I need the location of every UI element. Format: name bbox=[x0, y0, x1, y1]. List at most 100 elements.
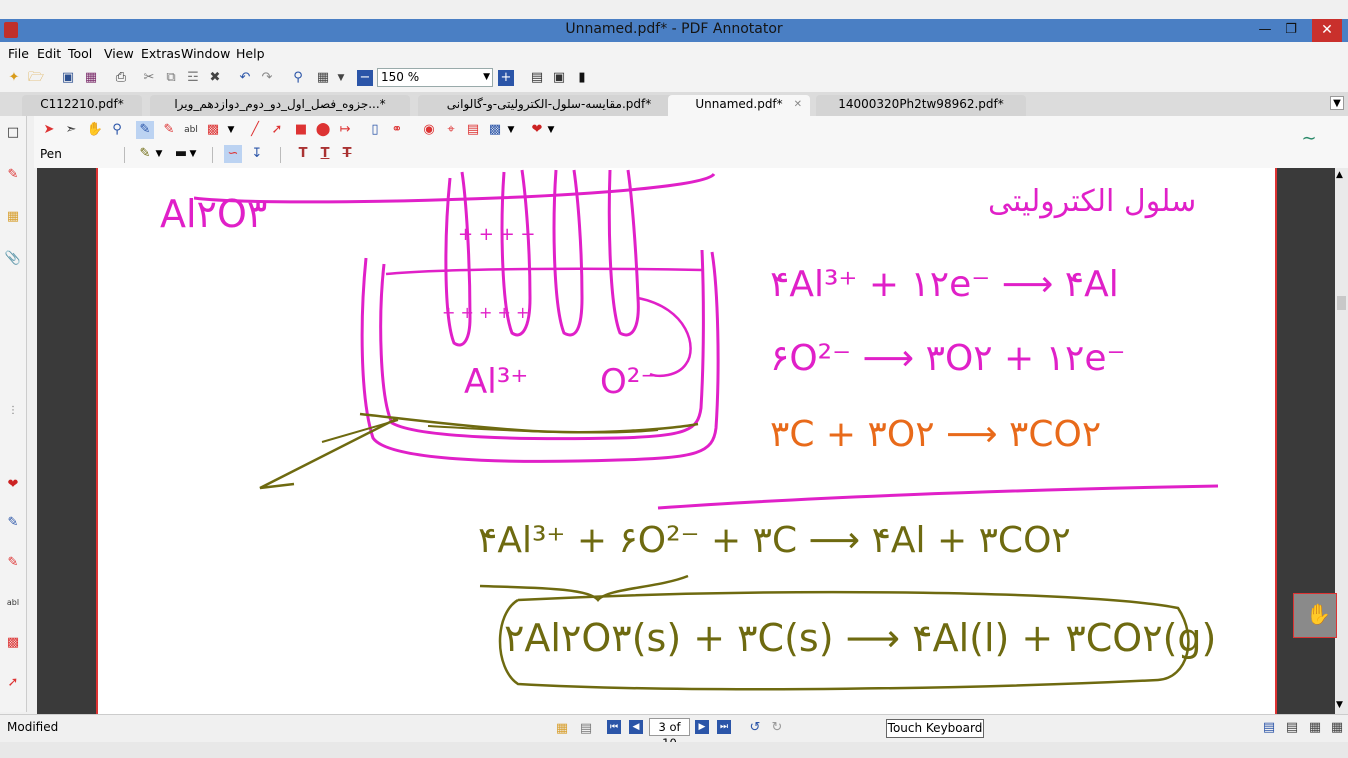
scroll-down-icon[interactable]: ▼ bbox=[1336, 700, 1343, 710]
crop-icon[interactable]: ⌖ bbox=[442, 121, 460, 139]
zoom-select[interactable]: 150 % ▼ bbox=[377, 68, 493, 87]
eraser-icon[interactable]: ▯ bbox=[366, 121, 384, 139]
first-page-icon[interactable]: ⏮ bbox=[607, 720, 621, 734]
menu-edit[interactable]: Edit bbox=[37, 46, 61, 61]
tab-list-icon[interactable]: ▼ bbox=[1330, 96, 1344, 110]
ruler-icon[interactable]: ▤ bbox=[464, 121, 482, 139]
paperclip-icon[interactable]: 📎 bbox=[4, 250, 22, 268]
arrow-icon[interactable]: ➚ bbox=[268, 121, 286, 139]
save-status-icon[interactable]: ▤ bbox=[577, 720, 595, 738]
fit-width-icon[interactable]: ▤ bbox=[528, 69, 546, 87]
menu-tool[interactable]: Tool bbox=[68, 46, 92, 61]
two-page-view-icon[interactable]: ▦ bbox=[1306, 719, 1324, 737]
tab-jozve[interactable]: جزوه_فصل_اول_دو_دوم_دوازدهم_ویرا...* bbox=[150, 95, 410, 116]
tab-unnamed[interactable]: Unnamed.pdf* ✕ bbox=[668, 95, 810, 116]
textbox-icon[interactable]: abl bbox=[4, 594, 22, 612]
tooltip-text: Touch Keyboard bbox=[887, 721, 983, 735]
delete-icon[interactable]: ✖ bbox=[206, 69, 224, 87]
smooth-stroke-icon[interactable]: ∽ bbox=[224, 145, 242, 163]
rectangle-icon[interactable]: ■ bbox=[292, 121, 310, 139]
pen-color-icon[interactable]: ✎ bbox=[136, 145, 154, 163]
hand-float-button[interactable]: ✋ bbox=[1293, 593, 1337, 638]
tab-moghayese[interactable]: مقایسه-سلول-الکترولیتی-و-گالوانی.pdf* bbox=[418, 95, 680, 116]
chevron-down-icon[interactable]: ▼ bbox=[336, 69, 346, 87]
folder-icon[interactable]: ▦ bbox=[4, 208, 22, 226]
cut-icon[interactable]: ✂ bbox=[140, 69, 158, 87]
open-folder-icon[interactable]: 🗁 bbox=[27, 69, 45, 87]
ellipse-icon[interactable]: ⬤ bbox=[314, 121, 332, 139]
chevron-down-icon[interactable]: ▼ bbox=[154, 145, 164, 163]
two-page-continuous-icon[interactable]: ▦ bbox=[1328, 719, 1346, 737]
page-layout-icon[interactable]: ▦ bbox=[314, 69, 332, 87]
menu-view[interactable]: View bbox=[104, 46, 134, 61]
menu-extras[interactable]: Extras bbox=[141, 46, 181, 61]
previous-page-icon[interactable]: ◀ bbox=[629, 720, 643, 734]
copy-icon[interactable]: ⧉ bbox=[162, 69, 180, 87]
line-icon[interactable]: ╱ bbox=[246, 121, 264, 139]
maximize-icon[interactable]: ❐ bbox=[1278, 19, 1304, 42]
marker-red-icon[interactable]: ✎ bbox=[4, 554, 22, 572]
single-page-view-icon[interactable]: ▤ bbox=[1260, 719, 1278, 737]
select-arrow-icon[interactable]: ➤ bbox=[40, 121, 58, 139]
underline-icon[interactable]: T bbox=[316, 145, 334, 163]
next-page-icon[interactable]: ▶ bbox=[695, 720, 709, 734]
app-icon[interactable] bbox=[4, 22, 18, 38]
last-page-icon[interactable]: ⏭ bbox=[717, 720, 731, 734]
scroll-up-icon[interactable]: ▲ bbox=[1336, 170, 1343, 180]
print-icon[interactable]: ⎙ bbox=[112, 69, 130, 87]
paste-icon[interactable]: ☲ bbox=[184, 69, 202, 87]
pdf-page[interactable]: + + + + + + + + + Al۲O۳ سلول الکترولیتی … bbox=[96, 168, 1277, 714]
stamp-icon[interactable]: ▩ bbox=[4, 634, 22, 652]
stamp-icon[interactable]: ▩ bbox=[204, 121, 222, 139]
pen-red-icon[interactable]: ✎ bbox=[4, 166, 22, 184]
hand-tool-icon[interactable]: ✋ bbox=[86, 121, 104, 139]
favorites-heart-icon[interactable]: ❤ bbox=[528, 121, 546, 139]
menu-help[interactable]: Help bbox=[236, 46, 265, 61]
redo-icon[interactable]: ↷ bbox=[258, 69, 276, 87]
magnifier-icon[interactable]: ⚲ bbox=[108, 121, 126, 139]
drag-handle-icon[interactable]: ⋮ bbox=[4, 402, 22, 420]
camera-icon[interactable]: ◉ bbox=[420, 121, 438, 139]
fit-page-icon[interactable]: ▣ bbox=[550, 69, 568, 87]
strikeout-icon[interactable]: T bbox=[338, 145, 356, 163]
undo-icon[interactable]: ↶ bbox=[236, 69, 254, 87]
save-icon[interactable]: ▣ bbox=[59, 69, 77, 87]
chevron-down-icon[interactable]: ▼ bbox=[188, 145, 198, 163]
lasso-icon[interactable]: ⚭ bbox=[388, 121, 406, 139]
close-tab-icon[interactable]: ✕ bbox=[794, 95, 802, 114]
menu-window[interactable]: Window bbox=[181, 46, 230, 61]
close-icon[interactable]: ✕ bbox=[1312, 19, 1342, 42]
forward-icon[interactable]: ↻ bbox=[768, 719, 786, 737]
menu-file[interactable]: File bbox=[8, 46, 29, 61]
chevron-down-icon[interactable]: ▼ bbox=[226, 121, 236, 139]
pen-blue-icon[interactable]: ✎ bbox=[4, 514, 22, 532]
pressure-icon[interactable]: ↧ bbox=[248, 145, 266, 163]
continuous-view-icon[interactable]: ▤ bbox=[1283, 719, 1301, 737]
chevron-down-icon[interactable]: ▼ bbox=[506, 121, 516, 139]
pen-icon[interactable]: ✎ bbox=[136, 121, 154, 139]
image-insert-icon[interactable]: ▩ bbox=[486, 121, 504, 139]
zoom-in-icon[interactable]: + bbox=[498, 70, 514, 86]
zoom-out-icon[interactable]: − bbox=[357, 70, 373, 86]
chevron-down-icon[interactable]: ▼ bbox=[546, 121, 556, 139]
scroll-thumb[interactable] bbox=[1337, 296, 1346, 310]
tab-c112210[interactable]: C112210.pdf* bbox=[22, 95, 142, 116]
arrow-tool-icon[interactable]: ➚ bbox=[4, 674, 22, 692]
new-document-icon[interactable]: ✦ bbox=[5, 69, 23, 87]
heart-icon[interactable]: ❤ bbox=[4, 476, 22, 494]
page-icon[interactable]: □ bbox=[4, 124, 22, 142]
find-icon[interactable]: ⚲ bbox=[289, 69, 307, 87]
chevron-down-icon: ▼ bbox=[483, 72, 490, 82]
text-format-icon[interactable]: T bbox=[294, 145, 312, 163]
marker-icon[interactable]: ✎ bbox=[160, 121, 178, 139]
save-as-icon[interactable]: ▦ bbox=[82, 69, 100, 87]
tab-14000320[interactable]: 14000320Ph2tw98962.pdf* bbox=[816, 95, 1026, 116]
back-icon[interactable]: ↺ bbox=[746, 719, 764, 737]
minimize-icon[interactable]: — bbox=[1252, 19, 1278, 42]
full-screen-icon[interactable]: ▮ bbox=[573, 69, 591, 87]
select-text-icon[interactable]: ➣ bbox=[62, 121, 80, 139]
measure-icon[interactable]: ↦ bbox=[336, 121, 354, 139]
open-file-icon[interactable]: ▦ bbox=[553, 720, 571, 738]
page-number-input[interactable]: 3 of 10 bbox=[649, 718, 690, 750]
text-box-icon[interactable]: abl bbox=[182, 121, 200, 139]
